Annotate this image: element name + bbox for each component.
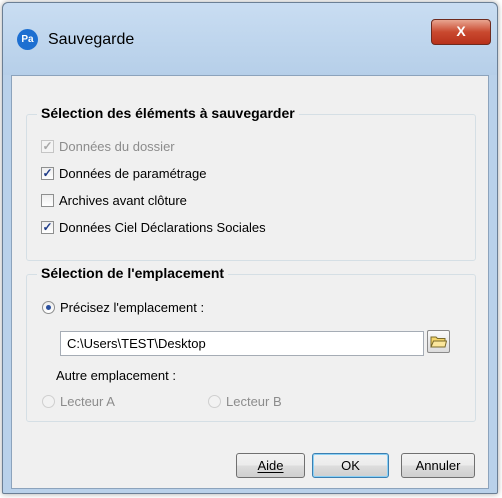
radio-specify-location[interactable] (42, 301, 55, 314)
window-title: Sauvegarde (48, 31, 135, 48)
radio-row-specify: Précisez l'emplacement : (42, 300, 204, 315)
checkbox-donnees-dossier[interactable]: ✓ (41, 140, 54, 153)
close-button[interactable]: X (431, 19, 491, 45)
checkbox-declarations-sociales[interactable]: ✓ (41, 221, 54, 234)
location-path-input[interactable]: C:\Users\TEST\Desktop (60, 331, 424, 356)
cancel-button-label: Annuler (415, 458, 461, 473)
radio-drive-a-label: Lecteur A (60, 394, 115, 409)
checkbox-archives-avant-cloture[interactable] (41, 194, 54, 207)
checkbox-label: Données de paramétrage (59, 166, 207, 181)
help-button-label: Aide (257, 458, 284, 473)
checkbox-row-donnees-parametrage: ✓ Données de paramétrage (41, 166, 206, 181)
checkbox-row-declarations-sociales: ✓ Données Ciel Déclarations Sociales (41, 220, 266, 235)
cancel-button[interactable]: Annuler (401, 453, 475, 478)
checkbox-label: Archives avant clôture (59, 193, 187, 208)
ok-button[interactable]: OK (312, 453, 389, 478)
other-location-label: Autre emplacement : (56, 368, 176, 383)
sauvegarde-dialog: Pa Sauvegarde X Sélection des éléments à… (2, 2, 498, 494)
location-group-legend: Sélection de l'emplacement (37, 265, 229, 281)
other-location-text: Autre emplacement : (56, 368, 176, 383)
dialog-body: Sélection des éléments à sauvegarder ✓ D… (11, 75, 489, 489)
radio-specify-label: Précisez l'emplacement : (60, 300, 205, 315)
ok-button-label: OK (341, 458, 360, 473)
items-group-legend: Sélection des éléments à sauvegarder (37, 105, 299, 121)
items-group: Sélection des éléments à sauvegarder ✓ D… (26, 105, 476, 261)
radio-drive-a[interactable] (42, 395, 55, 408)
checkbox-row-donnees-dossier: ✓ Données du dossier (41, 139, 175, 154)
radio-drive-b[interactable] (208, 395, 221, 408)
checkbox-donnees-parametrage[interactable]: ✓ (41, 167, 54, 180)
title-bar[interactable]: Pa Sauvegarde X (3, 3, 497, 75)
checkbox-label: Données du dossier (59, 139, 175, 154)
folder-icon (430, 336, 447, 348)
close-icon: X (456, 23, 466, 39)
radio-drive-b-label: Lecteur B (226, 394, 282, 409)
radio-row-drive-b: Lecteur B (208, 394, 282, 409)
radio-row-drive-a: Lecteur A (42, 394, 115, 409)
checkbox-row-archives: Archives avant clôture (41, 193, 187, 208)
app-icon: Pa (17, 29, 38, 50)
help-button[interactable]: Aide (236, 453, 305, 478)
browse-folder-button[interactable] (427, 330, 450, 353)
checkbox-label: Données Ciel Déclarations Sociales (59, 220, 266, 235)
